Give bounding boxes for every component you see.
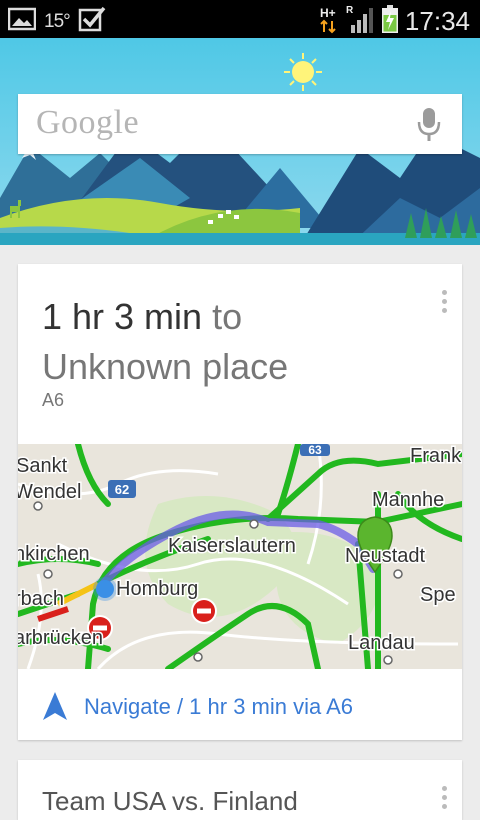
map-label-frankenthal: Frank — [410, 445, 462, 467]
map-label-speyer: Spe — [420, 584, 456, 606]
battery-charging-icon — [381, 3, 399, 40]
header-scene: Google — [0, 38, 480, 245]
map-label-neustadt: Neustadt — [345, 545, 425, 567]
network-type-icon: H+ — [319, 4, 339, 39]
map-label-kaiserslautern: Kaiserslautern — [168, 535, 296, 557]
search-box[interactable]: Google — [18, 94, 462, 154]
map-label-mannheim: Mannhe — [372, 489, 444, 511]
checkbox-notification-icon — [78, 6, 106, 37]
google-logo: Google — [36, 104, 140, 141]
highway-shield-63: 63 — [300, 444, 330, 457]
route-map[interactable]: 62 63 Sankt Wendel nkirchen Homburg Kais… — [18, 444, 462, 669]
card-overflow-menu-icon[interactable] — [442, 290, 448, 317]
svg-text:62: 62 — [115, 482, 129, 497]
navigate-label: Navigate / 1 hr 3 min via A6 — [84, 694, 354, 719]
sports-card[interactable]: Team USA vs. Finland — [18, 760, 462, 820]
map-label-sulzbach: rbach — [18, 588, 64, 610]
navigation-arrow-icon — [42, 691, 68, 726]
match-title: Team USA vs. Finland — [42, 786, 298, 816]
map-label-neunkirchen: nkirchen — [18, 543, 90, 565]
microphone-icon[interactable] — [416, 106, 442, 147]
map-label-saarbrucken: arbrücken — [18, 627, 103, 649]
navigate-action[interactable]: Navigate / 1 hr 3 min via A6 — [18, 669, 462, 740]
traffic-card[interactable]: 1 hr 3 min to Unknown place A6 62 63 San… — [18, 264, 462, 740]
roaming-label: R — [346, 5, 354, 16]
map-label-wendel: Wendel — [18, 481, 81, 503]
map-label-sankt: Sankt — [18, 455, 68, 477]
network-label: H+ — [320, 6, 336, 20]
svg-text:63: 63 — [308, 444, 322, 457]
road-closed-icon — [191, 598, 217, 624]
clock: 17:34 — [404, 6, 470, 36]
signal-icon: R — [345, 3, 375, 40]
map-label-homburg: Homburg — [116, 578, 198, 600]
travel-duration: 1 hr 3 min — [42, 296, 203, 337]
status-bar: 15° H+ R 17:34 — [0, 0, 480, 38]
destination: Unknown place — [42, 346, 289, 387]
temperature: 15° — [44, 10, 71, 32]
card-title: 1 hr 3 min to Unknown place — [42, 292, 288, 392]
route-name: A6 — [42, 390, 65, 410]
highway-shield-62: 62 — [108, 480, 136, 498]
map-label-landau: Landau — [348, 632, 415, 654]
gallery-icon — [7, 7, 37, 36]
to-label: to — [212, 296, 243, 337]
current-location-icon — [93, 577, 117, 601]
